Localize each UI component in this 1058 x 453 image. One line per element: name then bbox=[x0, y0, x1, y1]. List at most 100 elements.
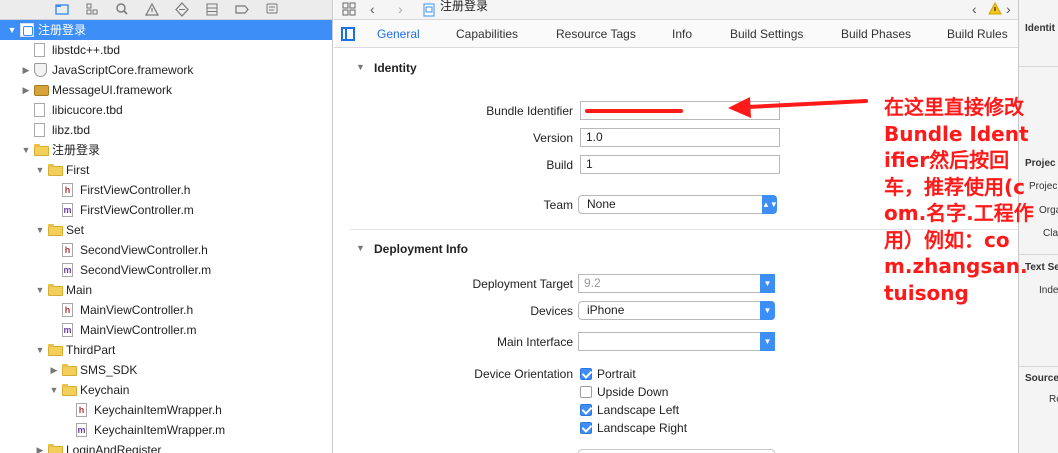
row-label: libstdc++.tbd bbox=[52, 43, 121, 57]
forward-icon[interactable]: › bbox=[398, 0, 403, 18]
project-navigator: ▼ 注册登录 libstdc++.tbd ▶ JavaScriptCore.framew… bbox=[0, 0, 333, 453]
group-row[interactable]: ▼ Keychain bbox=[0, 380, 332, 400]
device-orientation-label: Device Orientation bbox=[474, 367, 573, 381]
report-icon[interactable] bbox=[264, 2, 280, 17]
group-row[interactable]: ▼ ThirdPart bbox=[0, 340, 332, 360]
chevron-down-icon[interactable]: ▼ bbox=[760, 274, 775, 293]
file-row[interactable]: h MainViewController.h bbox=[0, 300, 332, 320]
devices-popup[interactable]: iPhone ▼ bbox=[578, 301, 775, 320]
version-field[interactable]: 1.0 bbox=[580, 128, 780, 147]
disclosure-open-icon[interactable]: ▼ bbox=[6, 20, 18, 40]
group-row[interactable]: ▼ Set bbox=[0, 220, 332, 240]
folder-navigator-icon[interactable] bbox=[54, 2, 70, 17]
chevron-down-icon[interactable]: ▼ bbox=[760, 332, 775, 351]
organization-row: Orga bbox=[1039, 205, 1058, 216]
tab-build-phases[interactable]: Build Phases bbox=[841, 20, 911, 48]
checkbox[interactable] bbox=[580, 368, 592, 380]
toolbox-icon bbox=[34, 85, 49, 96]
group-row[interactable]: ▶ SMS_SDK bbox=[0, 360, 332, 380]
hierarchy-navigator-icon[interactable] bbox=[84, 2, 100, 17]
breakpoint-icon[interactable] bbox=[234, 2, 250, 17]
tab-resource-tags[interactable]: Resource Tags bbox=[556, 20, 636, 48]
warning-badge-icon[interactable] bbox=[988, 1, 1002, 19]
group-row[interactable]: ▼ 注册登录 bbox=[0, 140, 332, 160]
version-label: Version bbox=[532, 131, 573, 145]
disclosure-open-icon[interactable]: ▼ bbox=[48, 380, 60, 400]
tab-info[interactable]: Info bbox=[672, 20, 692, 48]
file-row[interactable]: m KeychainItemWrapper.m bbox=[0, 420, 332, 440]
file-row[interactable]: h SecondViewController.h bbox=[0, 240, 332, 260]
previous-issue-icon[interactable]: ‹ bbox=[972, 0, 977, 18]
checkbox[interactable] bbox=[580, 404, 592, 416]
checkbox[interactable] bbox=[580, 386, 592, 398]
file-row[interactable]: libz.tbd bbox=[0, 120, 332, 140]
source-file-icon: m bbox=[62, 263, 73, 277]
project-file-icon bbox=[423, 3, 435, 20]
row-label: MessageUI.framework bbox=[52, 83, 173, 97]
file-row[interactable]: libstdc++.tbd bbox=[0, 40, 332, 60]
file-row[interactable]: h KeychainItemWrapper.h bbox=[0, 400, 332, 420]
build-field[interactable]: 1 bbox=[580, 155, 780, 174]
indent-row: Inde bbox=[1039, 285, 1058, 296]
identity-disclosure-icon[interactable]: ▼ bbox=[356, 62, 365, 72]
related-items-icon[interactable] bbox=[342, 2, 356, 19]
team-label: Team bbox=[543, 198, 573, 212]
checkbox[interactable] bbox=[580, 422, 592, 434]
updown-arrows-icon: ▲▼ bbox=[762, 195, 778, 214]
row-label: Keychain bbox=[80, 383, 130, 397]
row-label: Set bbox=[66, 223, 85, 237]
row-label: SecondViewController.h bbox=[80, 243, 208, 257]
disclosure-closed-icon[interactable]: ▶ bbox=[20, 80, 32, 100]
disclosure-closed-icon[interactable]: ▶ bbox=[48, 360, 60, 380]
row-label: FirstViewController.h bbox=[80, 183, 191, 197]
tab-general[interactable]: General bbox=[377, 20, 420, 48]
tab-capabilities[interactable]: Capabilities bbox=[456, 20, 518, 48]
target-list-toggle-icon[interactable] bbox=[341, 27, 355, 41]
folder-icon bbox=[48, 344, 63, 356]
disclosure-open-icon[interactable]: ▼ bbox=[20, 140, 32, 160]
file-row[interactable]: m MainViewController.m bbox=[0, 320, 332, 340]
debug-grid-icon[interactable] bbox=[204, 2, 220, 17]
disclosure-open-icon[interactable]: ▼ bbox=[34, 280, 46, 300]
team-popup[interactable]: None ▲▼ bbox=[578, 195, 778, 214]
warning-icon[interactable] bbox=[144, 2, 160, 17]
header-file-icon: h bbox=[62, 243, 73, 257]
bundle-identifier-field[interactable] bbox=[580, 101, 780, 120]
deployment-disclosure-icon[interactable]: ▼ bbox=[356, 243, 365, 253]
file-row[interactable]: h FirstViewController.h bbox=[0, 180, 332, 200]
tab-build-settings[interactable]: Build Settings bbox=[730, 20, 803, 48]
file-row[interactable]: libicucore.tbd bbox=[0, 100, 332, 120]
library-file-icon bbox=[34, 43, 45, 57]
status-bar-style-popup[interactable] bbox=[578, 449, 775, 453]
search-icon[interactable] bbox=[114, 2, 130, 17]
main-interface-combo[interactable]: ▼ bbox=[578, 332, 775, 351]
group-row[interactable]: ▶ LoginAndRegister bbox=[0, 440, 332, 453]
disclosure-open-icon[interactable]: ▼ bbox=[34, 160, 46, 180]
disclosure-open-icon[interactable]: ▼ bbox=[34, 220, 46, 240]
folder-icon bbox=[48, 284, 63, 296]
row-label: KeychainItemWrapper.h bbox=[94, 403, 222, 417]
row-label: First bbox=[66, 163, 90, 177]
row-label: libicucore.tbd bbox=[52, 103, 123, 117]
file-row[interactable]: m FirstViewController.m bbox=[0, 200, 332, 220]
group-row[interactable]: ▼ First bbox=[0, 160, 332, 180]
devices-label: Devices bbox=[530, 304, 573, 318]
back-icon[interactable]: ‹ bbox=[370, 0, 375, 18]
test-diamond-icon[interactable] bbox=[174, 2, 190, 17]
project-row[interactable]: ▼ 注册登录 bbox=[0, 20, 332, 40]
chevron-down-icon: ▼ bbox=[760, 301, 775, 320]
build-label: Build bbox=[546, 158, 573, 172]
file-row[interactable]: m SecondViewController.m bbox=[0, 260, 332, 280]
deployment-target-combo[interactable]: 9.2 ▼ bbox=[578, 274, 775, 293]
disclosure-closed-icon[interactable]: ▶ bbox=[20, 60, 32, 80]
file-row[interactable]: ▶ MessageUI.framework bbox=[0, 80, 332, 100]
file-row[interactable]: ▶ JavaScriptCore.framework bbox=[0, 60, 332, 80]
group-row[interactable]: ▼ Main bbox=[0, 280, 332, 300]
next-issue-icon[interactable]: › bbox=[1006, 0, 1011, 18]
row-label: ThirdPart bbox=[66, 343, 116, 357]
folder-icon bbox=[48, 224, 63, 236]
disclosure-open-icon[interactable]: ▼ bbox=[34, 340, 46, 360]
jump-bar-title[interactable]: 注册登录 bbox=[440, 0, 488, 12]
tab-build-rules[interactable]: Build Rules bbox=[947, 20, 1008, 48]
disclosure-closed-icon[interactable]: ▶ bbox=[34, 440, 46, 453]
